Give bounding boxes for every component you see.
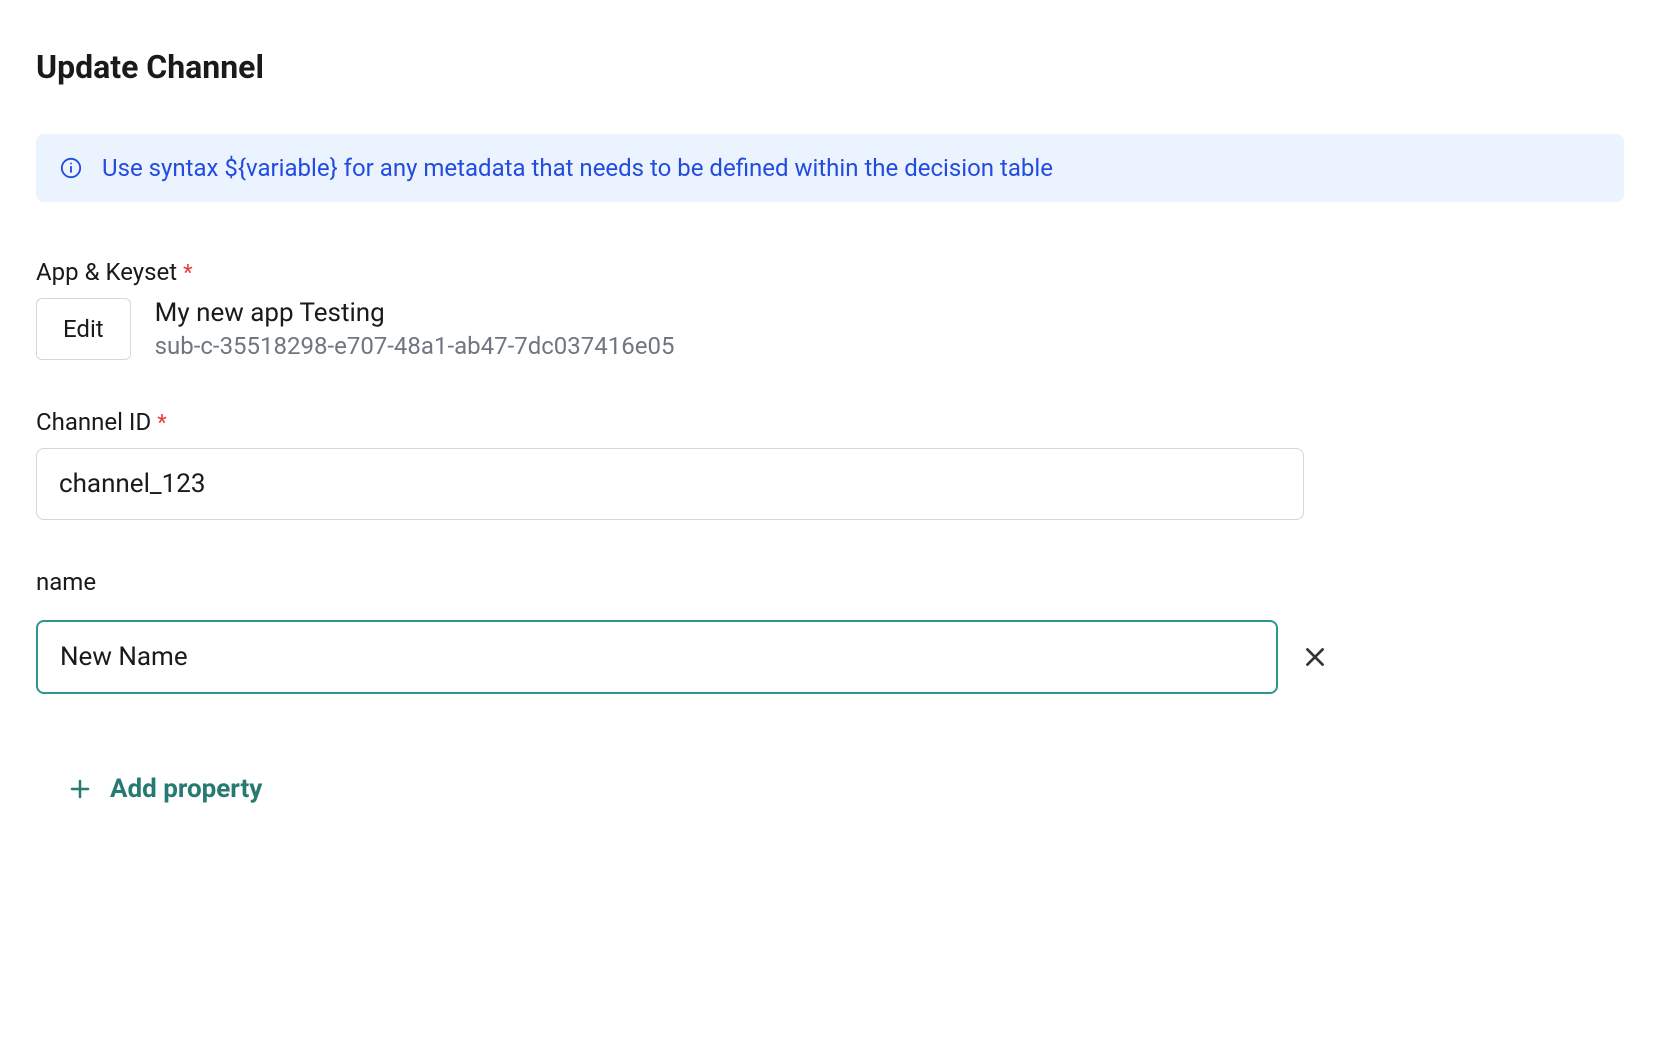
remove-property-button[interactable] — [1294, 636, 1336, 678]
keyset-info: My new app Testing sub-c-35518298-e707-4… — [155, 298, 675, 360]
required-asterisk: * — [157, 411, 166, 436]
close-icon — [1302, 644, 1328, 670]
info-banner-text: Use syntax ${variable} for any metadata … — [102, 154, 1053, 182]
name-input[interactable] — [36, 620, 1278, 694]
channel-id-label: Channel ID — [36, 408, 151, 436]
app-keyset-field: App & Keyset* Edit My new app Testing su… — [36, 258, 1624, 360]
name-label: name — [36, 568, 96, 596]
keyset-app-name: My new app Testing — [155, 298, 675, 328]
edit-keyset-button[interactable]: Edit — [36, 298, 131, 360]
add-property-button[interactable]: Add property — [68, 766, 262, 812]
plus-icon — [68, 777, 92, 801]
add-property-label: Add property — [110, 774, 262, 804]
keyset-id: sub-c-35518298-e707-48a1-ab47-7dc037416e… — [155, 332, 675, 360]
info-icon — [60, 157, 82, 179]
app-keyset-label: App & Keyset — [36, 258, 177, 286]
name-field: name — [36, 568, 1624, 694]
info-banner: Use syntax ${variable} for any metadata … — [36, 134, 1624, 202]
channel-id-input[interactable] — [36, 448, 1304, 520]
required-asterisk: * — [183, 261, 192, 286]
channel-id-field: Channel ID* — [36, 408, 1624, 520]
page-title: Update Channel — [36, 48, 1624, 86]
